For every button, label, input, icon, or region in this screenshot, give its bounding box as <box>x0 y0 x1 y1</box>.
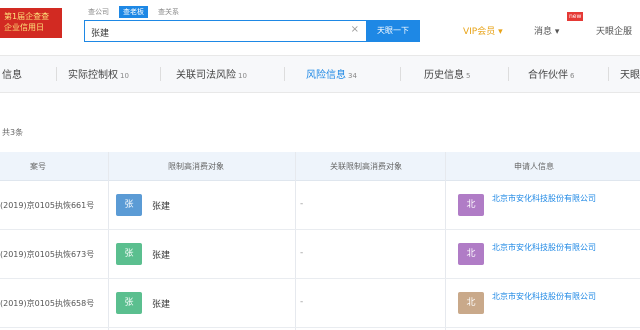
tab-info[interactable]: 信息 <box>2 66 22 81</box>
tab-actual-control[interactable]: 实际控制权 10 <box>68 66 129 81</box>
brand-logo[interactable]: 第1届企查查 企业信用日 <box>0 8 62 38</box>
vip-label: VIP会员 <box>463 27 496 37</box>
detail-nav-tabs: 信息 实际控制权 10 关联司法风险 10 风险信息 34 历史信息 5 合作伙伴 6 天… <box>0 55 640 93</box>
tab-count: 6 <box>570 72 575 80</box>
tab-related-judicial-risk[interactable]: 关联司法风险 10 <box>176 66 247 81</box>
column-header-restricted-party: 限制高消费对象 <box>168 162 224 171</box>
search-tab-company[interactable]: 查公司 <box>84 6 113 18</box>
tab-divider <box>284 67 285 81</box>
tab-label: 合作伙伴 <box>528 70 568 81</box>
search-tab-boss[interactable]: 查老板 <box>119 6 148 18</box>
tab-label: 实际控制权 <box>68 70 118 81</box>
vip-menu[interactable]: VIP会员 ▾ <box>463 24 503 37</box>
tab-label: 历史信息 <box>424 70 464 81</box>
clear-icon[interactable]: × <box>351 24 359 35</box>
tab-divider <box>400 67 401 81</box>
tab-risk-info[interactable]: 风险信息 34 <box>306 66 357 81</box>
person-avatar: 张 <box>116 292 142 314</box>
table-row: (2019)京0105执恢661号 张 张建 - 北 北京市安化科技股份有限公司 <box>0 181 640 230</box>
company-avatar: 北 <box>458 292 484 314</box>
new-badge: new <box>567 12 584 21</box>
table-header: 案号 限制高消费对象 关联限制高消费对象 申请人信息 <box>0 152 640 181</box>
search-button[interactable]: 天眼一下 <box>366 20 420 42</box>
case-number[interactable]: (2019)京0105执恢661号 <box>0 200 94 211</box>
tab-divider <box>56 67 57 81</box>
person-avatar: 张 <box>116 243 142 265</box>
table-row: (2019)京0105执恢658号 张 张建 - 北 北京市安化科技股份有限公司 <box>0 279 640 328</box>
person-name[interactable]: 张建 <box>152 297 170 310</box>
tab-count: 34 <box>348 72 357 80</box>
search-box: × <box>84 20 368 43</box>
case-number[interactable]: (2019)京0105执恢673号 <box>0 249 94 260</box>
tab-count: 5 <box>466 72 471 80</box>
column-header-applicant: 申请人信息 <box>514 162 554 171</box>
logo-line-1: 第1届企查查 <box>4 12 50 21</box>
company-avatar: 北 <box>458 194 484 216</box>
table-row: (2019)京0105执恢673号 张 张建 - 北 北京市安化科技股份有限公司 <box>0 230 640 279</box>
company-avatar: 北 <box>458 243 484 265</box>
tab-divider <box>160 67 161 81</box>
person-avatar: 张 <box>116 194 142 216</box>
tab-label: 风险信息 <box>306 70 346 81</box>
related-party-value: - <box>300 199 304 209</box>
tab-history-info[interactable]: 历史信息 5 <box>424 66 470 81</box>
tab-partners[interactable]: 合作伙伴 6 <box>528 66 574 81</box>
search-input[interactable] <box>89 22 343 43</box>
related-party-value: - <box>300 248 304 258</box>
tab-divider <box>508 67 509 81</box>
result-count: 共3条 <box>2 128 24 137</box>
top-header: 第1届企查查 企业信用日 查公司 查老板 查关系 × 天眼一下 VIP会员 ▾ … <box>0 0 640 52</box>
search-tab-relation[interactable]: 查关系 <box>154 6 183 18</box>
user-menu[interactable]: 天眼企服 <box>596 24 632 37</box>
tab-divider <box>608 67 609 81</box>
notice-label: 消息 <box>534 27 553 37</box>
logo-line-2: 企业信用日 <box>4 23 44 32</box>
tab-count: 10 <box>238 72 247 80</box>
related-party-value: - <box>300 297 304 307</box>
column-header-related-party: 关联限制高消费对象 <box>330 162 402 171</box>
tab-label: 关联司法风险 <box>176 70 236 81</box>
person-name[interactable]: 张建 <box>152 248 170 261</box>
tab-label: 天眼 <box>620 70 640 81</box>
case-number[interactable]: (2019)京0105执恢658号 <box>0 298 94 309</box>
search-type-tabs: 查公司 查老板 查关系 <box>84 6 183 18</box>
tab-tianyan[interactable]: 天眼 <box>620 66 640 81</box>
notice-menu[interactable]: 消息 ▾ <box>534 24 559 37</box>
applicant-name[interactable]: 北京市安化科技股份有限公司 <box>492 192 622 205</box>
applicant-name[interactable]: 北京市安化科技股份有限公司 <box>492 241 622 254</box>
person-name[interactable]: 张建 <box>152 199 170 212</box>
applicant-name[interactable]: 北京市安化科技股份有限公司 <box>492 290 622 303</box>
column-header-case-no: 案号 <box>30 162 46 171</box>
tab-label: 信息 <box>2 70 22 81</box>
tab-count: 10 <box>120 72 129 80</box>
